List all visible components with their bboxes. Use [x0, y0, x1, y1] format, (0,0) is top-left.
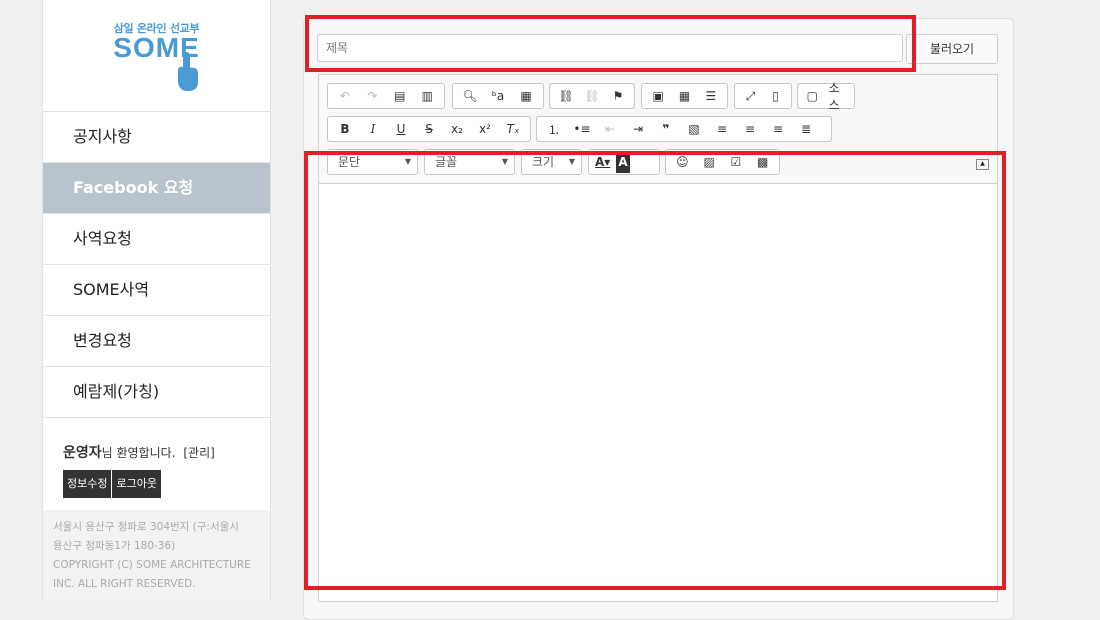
table-icon[interactable]: ▦	[674, 85, 694, 107]
toolbar-group-find: 🔍︎ ᵇa ▦	[452, 83, 544, 109]
sidebar-item-some-ministry[interactable]: SOME사역	[43, 265, 270, 316]
font-combo[interactable]: 글꼴 ▼	[424, 149, 515, 175]
horizontal-rule-icon[interactable]: ☰	[701, 85, 721, 107]
strike-icon[interactable]: S	[418, 118, 440, 140]
toolbar-group-paragraph: ⒈ •≡ ⇤ ⇥ ❞ ▧ ≡ ≡ ≡ ≣	[536, 116, 832, 142]
chevron-down-icon: ▼	[568, 157, 575, 166]
footer-line: COPYRIGHT (C) SOME ARCHITECTURE	[53, 559, 251, 571]
unlink-icon[interactable]: ⛓	[582, 85, 602, 107]
sidebar-item-facebook-request[interactable]: Facebook 요청	[43, 163, 270, 214]
align-right-icon[interactable]: ≡	[767, 118, 789, 140]
footer-line: INC. ALL RIGHT RESERVED.	[53, 578, 196, 590]
welcome-text: 님 환영합니다.	[101, 446, 176, 460]
image-icon[interactable]: ▣	[648, 85, 668, 107]
superscript-icon[interactable]: x²	[474, 118, 496, 140]
bold-icon[interactable]: B	[334, 118, 356, 140]
show-blocks-icon[interactable]: ▯	[766, 85, 785, 107]
toolbar-group-view: ⤢ ▯	[734, 83, 792, 109]
sidebar: 삼일 온라인 선교부 SOME 공지사항 Facebook 요청 사역요청 SO…	[42, 0, 271, 600]
background-color-icon[interactable]: A	[616, 151, 630, 173]
toolbar-group-history: ↶ ↷ ▤ ▥	[327, 83, 445, 109]
italic-icon[interactable]: I	[362, 118, 384, 140]
editor-content-area[interactable]	[319, 184, 997, 601]
sidebar-item-ministry-request[interactable]: 사역요청	[43, 214, 270, 265]
undo-icon[interactable]: ↶	[334, 85, 356, 107]
footer-line: 서울시 용산구 청파로 304번지 (구:서울시	[53, 521, 239, 533]
format-combo-label: 문단	[338, 155, 361, 169]
logo[interactable]: 삼일 온라인 선교부 SOME	[43, 0, 270, 112]
image-gallery-icon[interactable]: ▨	[699, 151, 720, 173]
rich-text-editor: ↶ ↷ ▤ ▥ 🔍︎ ᵇa ▦ ⛓ ⛓ ⚑ ▣ ▦ ☰ ⤢ ▯ ▢ 소스 B I…	[318, 74, 998, 602]
indent-icon[interactable]: ⇥	[627, 118, 649, 140]
source-icon[interactable]: ▢	[804, 85, 820, 107]
font-combo-label: 글꼴	[435, 155, 458, 169]
account-buttons: 정보수정 로그아웃	[43, 470, 270, 503]
sidebar-item-change-request[interactable]: 변경요청	[43, 316, 270, 367]
welcome-message: 운영자님 환영합니다. [관리]	[43, 418, 270, 470]
load-button[interactable]: 불러오기	[906, 34, 998, 64]
maximize-icon[interactable]: ⤢	[741, 85, 760, 107]
logout-button[interactable]: 로그아웃	[112, 470, 161, 498]
chevron-down-icon: ▼	[404, 157, 411, 166]
sidebar-item-yeram[interactable]: 예람제(가칭)	[43, 367, 270, 418]
toolbar-group-colors: A▾ A	[588, 149, 660, 175]
pointing-hand-icon	[178, 52, 198, 91]
logo-name: SOME	[113, 32, 200, 63]
edit-info-button[interactable]: 정보수정	[63, 470, 112, 498]
title-input[interactable]	[317, 34, 903, 62]
welcome-user-name: 운영자	[63, 445, 102, 461]
toolbar-group-insert: ▣ ▦ ☰	[641, 83, 728, 109]
redo-icon[interactable]: ↷	[362, 85, 384, 107]
paste-word-icon[interactable]: ▥	[417, 85, 439, 107]
anchor-flag-icon[interactable]: ⚑	[608, 85, 628, 107]
sidebar-item-notice[interactable]: 공지사항	[43, 112, 270, 163]
checkbox-icon[interactable]: ☑	[726, 151, 747, 173]
sidebar-menu: 공지사항 Facebook 요청 사역요청 SOME사역 변경요청 예람제(가칭…	[43, 112, 270, 418]
footer-line: 용산구 청파동1가 180-36)	[53, 540, 176, 552]
toolbar-group-source: ▢ 소스	[797, 81, 855, 112]
size-combo-label: 크기	[532, 155, 555, 169]
align-justify-icon[interactable]: ≣	[795, 118, 817, 140]
smiley-icon[interactable]: ☺	[672, 151, 693, 173]
toolbar-group-misc: ☺ ▨ ☑ ▩	[665, 149, 780, 175]
format-combo[interactable]: 문단 ▼	[327, 149, 418, 175]
link-icon[interactable]: ⛓	[556, 85, 576, 107]
toolbar-group-basic-styles: B I U S x₂ x² Tₓ	[327, 116, 531, 142]
replace-icon[interactable]: ᵇa	[487, 85, 509, 107]
editor-toolbar: ↶ ↷ ▤ ▥ 🔍︎ ᵇa ▦ ⛓ ⛓ ⚑ ▣ ▦ ☰ ⤢ ▯ ▢ 소스 B I…	[319, 75, 997, 184]
source-button-label[interactable]: 소스	[825, 81, 848, 112]
collapse-toolbar-icon[interactable]: ▲	[976, 159, 989, 170]
blockquote-icon[interactable]: ❞	[655, 118, 677, 140]
chevron-down-icon: ▼	[501, 157, 508, 166]
template-icon[interactable]: ▩	[752, 151, 773, 173]
toolbar-group-links: ⛓ ⛓ ⚑	[549, 83, 635, 109]
outdent-icon[interactable]: ⇤	[599, 118, 621, 140]
underline-icon[interactable]: U	[390, 118, 412, 140]
align-center-icon[interactable]: ≡	[739, 118, 761, 140]
numbered-list-icon[interactable]: ⒈	[543, 118, 565, 140]
create-div-icon[interactable]: ▧	[683, 118, 705, 140]
find-icon[interactable]: 🔍︎	[459, 85, 481, 107]
size-combo[interactable]: 크기 ▼	[521, 149, 582, 175]
paste-text-icon[interactable]: ▤	[389, 85, 411, 107]
subscript-icon[interactable]: x₂	[446, 118, 468, 140]
bulleted-list-icon[interactable]: •≡	[571, 118, 593, 140]
remove-format-icon[interactable]: Tₓ	[502, 118, 524, 140]
admin-link[interactable]: [관리]	[183, 446, 214, 460]
select-all-icon[interactable]: ▦	[515, 85, 537, 107]
text-color-icon[interactable]: A▾	[595, 151, 610, 173]
align-left-icon[interactable]: ≡	[711, 118, 733, 140]
footer-address: 서울시 용산구 청파로 304번지 (구:서울시 용산구 청파동1가 180-3…	[43, 510, 270, 600]
